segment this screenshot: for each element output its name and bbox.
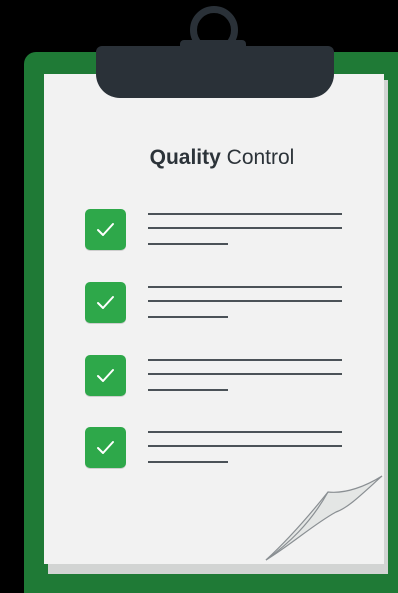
text-line — [148, 389, 228, 391]
text-line — [148, 213, 342, 215]
title-bold: Quality — [149, 146, 221, 169]
check-icon — [97, 369, 114, 382]
text-line — [148, 461, 228, 463]
text-line — [148, 431, 342, 433]
text-line — [148, 316, 228, 318]
text-line — [148, 359, 342, 361]
checkbox-checked — [85, 427, 126, 468]
text-line — [148, 373, 342, 375]
title-light: Control — [226, 146, 295, 169]
check-icon — [97, 441, 114, 454]
check-icon — [97, 296, 114, 309]
text-line — [148, 243, 228, 245]
checkbox-checked — [85, 282, 126, 323]
text-line — [148, 445, 342, 447]
checkbox-checked — [85, 355, 126, 396]
text-line — [148, 227, 342, 229]
text-line — [148, 300, 342, 302]
text-line — [148, 286, 342, 288]
page-title: Quality Control — [0, 146, 398, 170]
clipboard-illustration: Quality Control — [0, 0, 398, 593]
page-curl-icon — [265, 475, 383, 561]
clip-body — [96, 46, 334, 98]
check-icon — [97, 223, 114, 236]
checkbox-checked — [85, 209, 126, 250]
